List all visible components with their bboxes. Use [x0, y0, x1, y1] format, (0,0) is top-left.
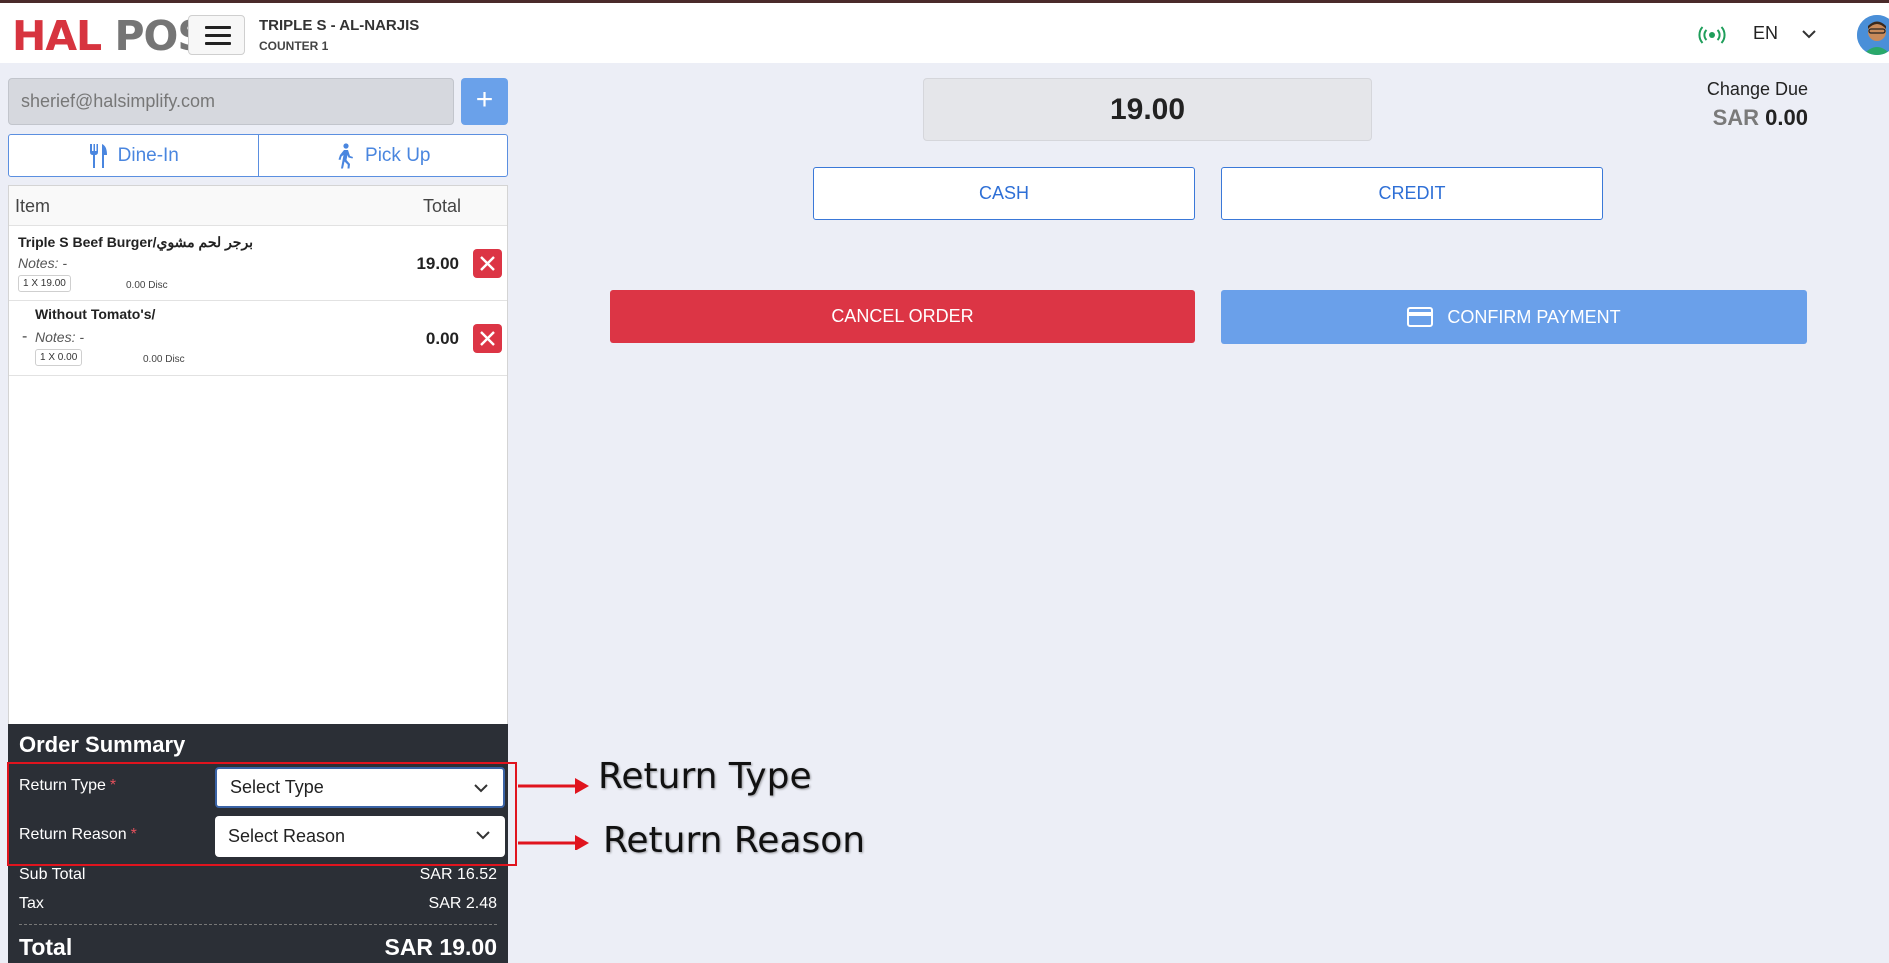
pick-up-button[interactable]: Pick Up [257, 135, 508, 176]
item-name: Triple S Beef Burger/برجر لحم مشوي [18, 234, 254, 250]
item-total: 0.00 [425, 329, 459, 348]
order-mode-toggle: Dine-In Pick Up [8, 134, 508, 177]
change-due-value: SAR 0.00 [1712, 105, 1808, 130]
item-discount: 0.00 Disc [143, 354, 185, 365]
store-name: TRIPLE S - AL-NARJIS [259, 17, 420, 34]
cancel-order-button[interactable]: CANCEL ORDER [610, 290, 1195, 343]
confirm-payment-button[interactable]: CONFIRM PAYMENT [1221, 290, 1807, 344]
online-status-icon [1698, 25, 1726, 45]
close-icon [480, 256, 495, 271]
summary-divider [19, 924, 497, 925]
dine-in-button[interactable]: Dine-In [9, 135, 258, 176]
order-summary-title: Order Summary [19, 732, 186, 757]
column-header-item: Item [15, 196, 51, 216]
item-discount: 0.00 Disc [126, 280, 168, 291]
annotation-highlight-box [7, 762, 517, 866]
hamburger-icon [205, 26, 231, 29]
annotation-arrows [518, 778, 589, 850]
remove-item-button[interactable] [473, 324, 502, 353]
counter-name: COUNTER 1 [259, 39, 329, 53]
order-items-panel: Item Total Triple S Beef Burger/برجر لحم… [8, 185, 508, 725]
logo: HAL POS [12, 12, 207, 60]
menu-button[interactable] [188, 15, 245, 55]
customer-email-field[interactable]: sherief@halsimplify.com [8, 78, 454, 125]
close-icon [480, 331, 495, 346]
item-quantity: 1 X 19.00 [18, 275, 71, 292]
item-notes: Notes: - [35, 329, 85, 345]
subtotal-value: SAR 16.52 [419, 866, 497, 883]
order-item-row[interactable]: Without Tomato's/ - Notes: - 1 X 0.00 0.… [9, 301, 507, 376]
total-value: SAR 19.00 [384, 934, 497, 960]
fork-knife-icon [89, 143, 107, 168]
walking-person-icon [338, 142, 354, 168]
annotation-return-reason: Return Reason [603, 820, 866, 861]
annotation-return-type: Return Type [598, 756, 812, 797]
modifier-dash: - [22, 328, 28, 345]
column-header-total: Total [422, 196, 461, 216]
remove-item-button[interactable] [473, 249, 502, 278]
tax-value: SAR 2.48 [428, 895, 497, 912]
cash-button[interactable]: CASH [813, 167, 1195, 220]
order-item-row[interactable]: Triple S Beef Burger/برجر لحم مشوي Notes… [9, 226, 507, 301]
item-notes: Notes: - [18, 255, 68, 271]
payment-amount-display: 19.00 [923, 78, 1372, 141]
tax-row: Tax SAR 2.48 [19, 895, 497, 912]
chevron-down-icon[interactable] [1800, 27, 1818, 41]
add-customer-button[interactable]: + [461, 78, 508, 125]
total-row: Total SAR 19.00 [19, 934, 497, 960]
item-quantity: 1 X 0.00 [35, 349, 83, 366]
user-avatar[interactable] [1857, 15, 1889, 55]
credit-card-icon [1407, 307, 1434, 327]
item-total: 19.00 [416, 254, 459, 273]
change-due-label: Change Due [1706, 79, 1808, 99]
header: HAL POS TRIPLE S - AL-NARJIS COUNTER 1 E… [0, 3, 1889, 63]
subtotal-row: Sub Total SAR 16.52 [19, 866, 497, 883]
language-selector[interactable]: EN [1753, 23, 1778, 44]
credit-button[interactable]: CREDIT [1221, 167, 1603, 220]
item-name: Without Tomato's/ [35, 306, 156, 322]
items-table-header: Item Total [9, 186, 507, 226]
